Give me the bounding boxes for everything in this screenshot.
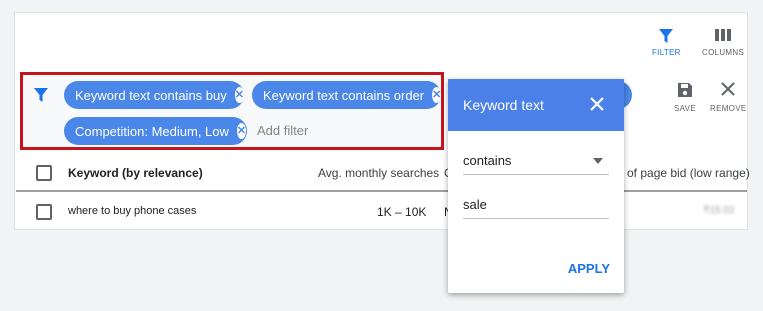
filter-chip[interactable]: Keyword text contains buy ✕ [64, 81, 244, 109]
header-divider [16, 190, 747, 192]
columns-toolbar-button[interactable]: COLUMNS [702, 28, 744, 57]
row-checkbox[interactable] [36, 204, 52, 220]
operator-value: contains [463, 153, 512, 168]
save-label: SAVE [674, 104, 696, 113]
add-filter-input[interactable]: Add filter [257, 123, 308, 138]
filter-icon [34, 88, 48, 102]
columns-toolbar-label: COLUMNS [702, 48, 745, 57]
remove-chip-icon[interactable]: ✕ [236, 123, 247, 139]
filter-icon [659, 29, 674, 43]
chevron-down-icon [593, 158, 603, 164]
popup-header: Keyword text [448, 79, 624, 131]
remove-label: REMOVE [710, 104, 747, 113]
select-all-checkbox[interactable] [36, 165, 52, 181]
keyword-column-header[interactable]: Keyword (by relevance) [68, 166, 203, 180]
close-icon [721, 82, 735, 96]
remove-chip-icon[interactable]: ✕ [234, 87, 244, 103]
filter-chip-label: Keyword text contains order [263, 87, 425, 103]
popup-title: Keyword text [463, 97, 544, 113]
filter-chip-label: Keyword text contains buy [75, 87, 227, 103]
filter-chip-label: Competition: Medium, Low [75, 123, 229, 139]
value-input[interactable]: sale [463, 197, 609, 219]
keyword-text-filter-popup: Keyword text contains sale APPLY [448, 79, 624, 293]
apply-button[interactable]: APPLY [568, 261, 610, 276]
filter-chip[interactable]: Competition: Medium, Low ✕ [64, 117, 247, 145]
filter-toolbar-button[interactable]: FILTER [652, 28, 681, 57]
close-icon[interactable] [586, 93, 608, 115]
operator-select[interactable]: contains [463, 153, 609, 175]
save-button[interactable]: SAVE [674, 82, 696, 113]
filter-chip[interactable]: Keyword text contains order ✕ [252, 81, 442, 109]
avg-searches-column-header[interactable]: Avg. monthly searches [318, 166, 439, 180]
remove-button[interactable]: REMOVE [710, 82, 746, 113]
avg-searches-cell: 1K – 10K [377, 205, 427, 219]
save-icon [677, 83, 692, 97]
keyword-cell: where to buy phone cases [68, 205, 197, 217]
columns-icon [715, 29, 732, 41]
bid-low-cell: ₹15.02 [703, 205, 735, 216]
filter-toolbar-label: FILTER [652, 48, 681, 57]
top-bid-low-column-header[interactable]: of page bid (low range) [627, 166, 750, 180]
